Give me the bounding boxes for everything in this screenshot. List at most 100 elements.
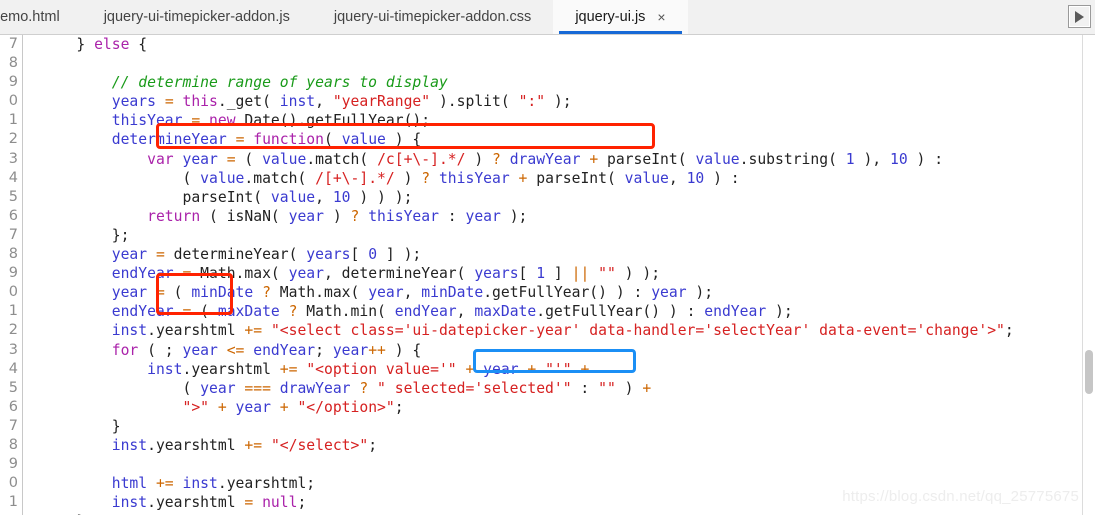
code-token: Math.min( bbox=[297, 303, 395, 321]
code-token: ) : bbox=[907, 150, 944, 168]
code-token: years bbox=[111, 93, 156, 111]
code-token: + bbox=[580, 360, 590, 378]
line-number: 5 bbox=[8, 379, 18, 396]
code-line: for ( ; year <= endYear; year++ ) { bbox=[41, 341, 1095, 360]
line-number: 0 bbox=[8, 284, 18, 301]
code-token: minDate bbox=[191, 284, 254, 302]
code-token: // determine range of years to display bbox=[111, 74, 448, 92]
code-token: determineYear bbox=[111, 131, 227, 149]
code-token: year bbox=[465, 207, 501, 225]
code-token: inst bbox=[111, 436, 148, 454]
vertical-scrollbar-thumb[interactable] bbox=[1085, 350, 1093, 394]
code-token: parseInt( bbox=[598, 150, 696, 168]
code-token: = bbox=[226, 150, 236, 168]
code-token: return bbox=[147, 207, 201, 225]
code-token: + bbox=[527, 360, 537, 378]
code-token: ) : bbox=[704, 169, 740, 187]
code-token: drawYear bbox=[279, 379, 351, 397]
code-token: var bbox=[147, 150, 174, 168]
tab-jquery-ui-js[interactable]: jquery-ui.js × bbox=[553, 0, 688, 34]
code-token: null bbox=[262, 494, 298, 512]
code-token: inst bbox=[111, 494, 148, 512]
code-token: = bbox=[191, 112, 201, 130]
code-content-area[interactable]: } else { // determine range of years to … bbox=[23, 35, 1095, 515]
code-token: ); bbox=[766, 303, 793, 321]
code-token: thisYear bbox=[111, 112, 183, 130]
code-token: value bbox=[270, 188, 316, 206]
code-token: determineYear( bbox=[164, 246, 307, 264]
line-number: 2 bbox=[8, 322, 18, 339]
code-token: + bbox=[279, 398, 289, 416]
code-line: }; bbox=[41, 226, 1095, 245]
code-token: year bbox=[332, 341, 369, 359]
code-token: + bbox=[217, 398, 227, 416]
code-token: .yearshtml; bbox=[217, 475, 316, 493]
code-token: inst bbox=[147, 360, 183, 378]
code-token: ); bbox=[545, 93, 572, 111]
code-token: [ bbox=[518, 265, 537, 283]
code-line: endYear = ( maxDate ? Math.min( endYear,… bbox=[41, 302, 1095, 321]
code-line: } bbox=[41, 417, 1095, 436]
code-token: ) ); bbox=[615, 265, 661, 283]
code-token: .yearshtml bbox=[147, 436, 245, 454]
code-token: new bbox=[209, 112, 236, 130]
tab-jquery-ui-timepicker-addon-css[interactable]: jquery-ui-timepicker-addon.css bbox=[311, 0, 554, 34]
vertical-scrollbar[interactable] bbox=[1082, 35, 1095, 515]
code-token: parseInt( bbox=[527, 169, 625, 187]
code-token: "</option>" bbox=[297, 398, 395, 416]
tab-label: demo.html bbox=[0, 9, 60, 25]
code-token: ; bbox=[315, 341, 333, 359]
code-token: year bbox=[651, 284, 687, 302]
tab-scroll-right-button[interactable] bbox=[1068, 5, 1091, 28]
line-number: 3 bbox=[8, 341, 18, 358]
line-number: 9 bbox=[8, 265, 18, 282]
code-token: endYear bbox=[111, 265, 174, 283]
code-token: { bbox=[129, 36, 148, 53]
code-token: } bbox=[111, 417, 121, 435]
code-token: ( bbox=[235, 150, 263, 168]
code-token: _get bbox=[226, 93, 263, 111]
code-token: ( bbox=[182, 379, 201, 397]
code-token: ) { bbox=[385, 341, 422, 359]
code-token: + bbox=[642, 379, 652, 397]
code-token: ? bbox=[262, 284, 271, 302]
code-token: === bbox=[244, 379, 271, 397]
line-number: 9 bbox=[8, 456, 18, 473]
code-token: Math.max( bbox=[191, 265, 289, 283]
tab-jquery-ui-timepicker-addon-js[interactable]: jquery-ui-timepicker-addon.js bbox=[81, 0, 312, 34]
line-number: 4 bbox=[8, 360, 18, 377]
code-token: ++ bbox=[368, 341, 386, 359]
line-number: 1 bbox=[8, 494, 18, 511]
code-token: inst bbox=[182, 475, 218, 493]
code-token: = bbox=[155, 246, 165, 264]
tab-close-icon[interactable]: × bbox=[657, 10, 665, 24]
code-token: years bbox=[306, 246, 351, 264]
code-token: . bbox=[217, 93, 227, 111]
line-number: 7 bbox=[8, 417, 18, 434]
code-line: parseInt( value, 10 ) ) ); bbox=[41, 188, 1095, 207]
tab-demo-html[interactable]: demo.html bbox=[0, 0, 82, 34]
code-token: year bbox=[483, 360, 519, 378]
code-token: ) bbox=[394, 169, 422, 187]
code-token: = bbox=[244, 494, 254, 512]
code-token: ), bbox=[854, 150, 890, 168]
code-token: 1 bbox=[845, 150, 855, 168]
code-token: ; bbox=[297, 494, 307, 512]
code-token: += bbox=[279, 360, 298, 378]
code-line: ">" + year + "</option>"; bbox=[41, 398, 1095, 417]
